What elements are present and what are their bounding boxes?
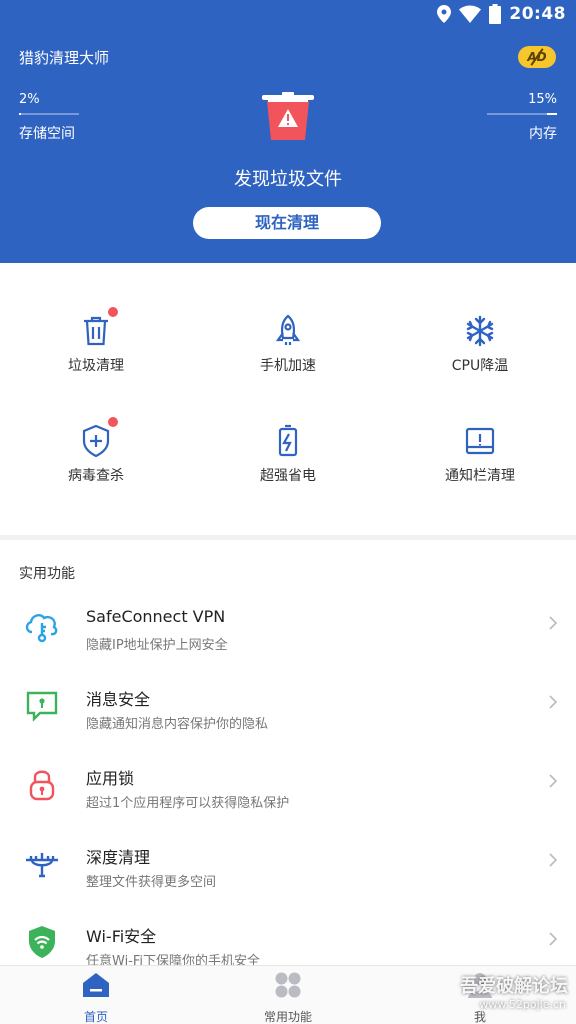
notification-icon — [460, 421, 500, 461]
watermark-url: www.52pojie.cn — [479, 998, 566, 1011]
memory-label: 内存 — [529, 126, 557, 142]
grid-item-junk-clean[interactable]: 垃圾清理 — [0, 307, 192, 421]
feature-title: Wi-Fi安全 — [86, 927, 157, 946]
grid-item-label: 通知栏清理 — [445, 468, 515, 484]
feature-title: 应用锁 — [86, 769, 135, 788]
trash-icon — [76, 307, 118, 351]
feature-subtitle: 超过1个应用程序可以获得隐私保护 — [86, 796, 290, 811]
grid-item-label: CPU降温 — [451, 358, 509, 374]
storage-label: 存储空间 — [19, 126, 75, 142]
chevron-right-icon — [549, 853, 558, 867]
memory-stat: 15% 内存 — [487, 92, 557, 143]
deep-clean-icon — [22, 843, 62, 883]
junk-trash-icon — [262, 92, 314, 140]
feature-subtitle: 隐藏IP地址保护上网安全 — [86, 638, 228, 653]
notification-dot — [108, 417, 118, 427]
status-time: 20:48 — [509, 4, 566, 24]
chevron-right-icon — [549, 932, 558, 946]
memory-value: 15% — [528, 92, 557, 107]
memory-progress-bar — [487, 113, 557, 115]
grid-item-phone-boost[interactable]: 手机加速 — [192, 311, 384, 421]
list-item-vpn[interactable]: SafeConnect VPN 隐藏IP地址保护上网安全 — [0, 590, 576, 669]
wifi-icon — [459, 5, 482, 23]
clean-now-button[interactable]: 现在清理 — [193, 207, 381, 239]
grid-item-power-saver[interactable]: 超强省电 — [192, 421, 384, 531]
header-panel: 20:48 猎豹清理大师 AD 2% 存储空间 15% 内存 发现垃圾文件 现在… — [0, 0, 576, 263]
section-title: 实用功能 — [19, 566, 75, 582]
status-bar: 20:48 — [0, 0, 576, 32]
grid-item-label: 手机加速 — [260, 358, 316, 374]
storage-stat: 2% 存储空间 — [19, 92, 79, 143]
feature-title: 深度清理 — [86, 848, 151, 867]
location-icon — [437, 5, 452, 23]
chevron-right-icon — [549, 616, 558, 630]
app-title: 猎豹清理大师 — [19, 49, 110, 67]
snowflake-icon — [460, 311, 500, 351]
grid-item-antivirus[interactable]: 病毒查杀 — [0, 417, 192, 531]
chevron-right-icon — [549, 774, 558, 788]
battery-saver-icon — [268, 421, 308, 461]
message-lock-icon — [22, 685, 62, 725]
grid-item-label: 超强省电 — [260, 468, 316, 484]
storage-value: 2% — [19, 92, 40, 107]
feature-grid: 垃圾清理 手机加速 CPU降温 病毒查杀 超强省电 通知栏清理 — [0, 263, 576, 535]
chevron-right-icon — [549, 695, 558, 709]
battery-icon — [489, 4, 502, 24]
list-item-deep-clean[interactable]: 深度清理 整理文件获得更多空间 — [0, 827, 576, 906]
feature-title: SafeConnect VPN — [86, 607, 226, 626]
storage-progress-bar — [19, 113, 79, 115]
nav-tab-common-features[interactable]: 常用功能 — [192, 970, 384, 1024]
rocket-icon — [268, 311, 308, 351]
junk-found-text: 发现垃圾文件 — [234, 169, 342, 190]
storage-progress-fill — [19, 113, 21, 115]
grid-item-label: 垃圾清理 — [68, 358, 124, 374]
shield-plus-icon — [76, 417, 118, 461]
grid-item-cpu-cooler[interactable]: CPU降温 — [384, 311, 576, 421]
memory-progress-fill — [546, 113, 557, 115]
watermark-text: 吾爱破解论坛 — [460, 976, 568, 997]
nav-tab-home[interactable]: 首页 — [0, 970, 192, 1024]
notification-dot — [108, 307, 118, 317]
nav-label: 首页 — [83, 1010, 108, 1024]
list-item-message-security[interactable]: 消息安全 隐藏通知消息内容保护你的隐私 — [0, 669, 576, 748]
section-divider — [0, 535, 576, 540]
feature-title: 消息安全 — [86, 690, 151, 709]
padlock-icon — [22, 764, 62, 804]
ad-badge-label: AD — [527, 50, 547, 64]
feature-subtitle: 隐藏通知消息内容保护你的隐私 — [86, 717, 269, 732]
wifi-shield-icon — [22, 922, 62, 962]
feature-subtitle: 整理文件获得更多空间 — [86, 875, 217, 890]
apps-grid-icon — [275, 972, 301, 998]
list-item-app-lock[interactable]: 应用锁 超过1个应用程序可以获得隐私保护 — [0, 748, 576, 827]
remove-ads-button[interactable]: AD — [518, 46, 556, 68]
nav-label: 常用功能 — [263, 1010, 312, 1024]
vpn-cloud-icon — [22, 606, 62, 646]
grid-item-label: 病毒查杀 — [68, 468, 124, 484]
home-icon — [83, 973, 109, 997]
grid-item-notification-clean[interactable]: 通知栏清理 — [384, 421, 576, 531]
